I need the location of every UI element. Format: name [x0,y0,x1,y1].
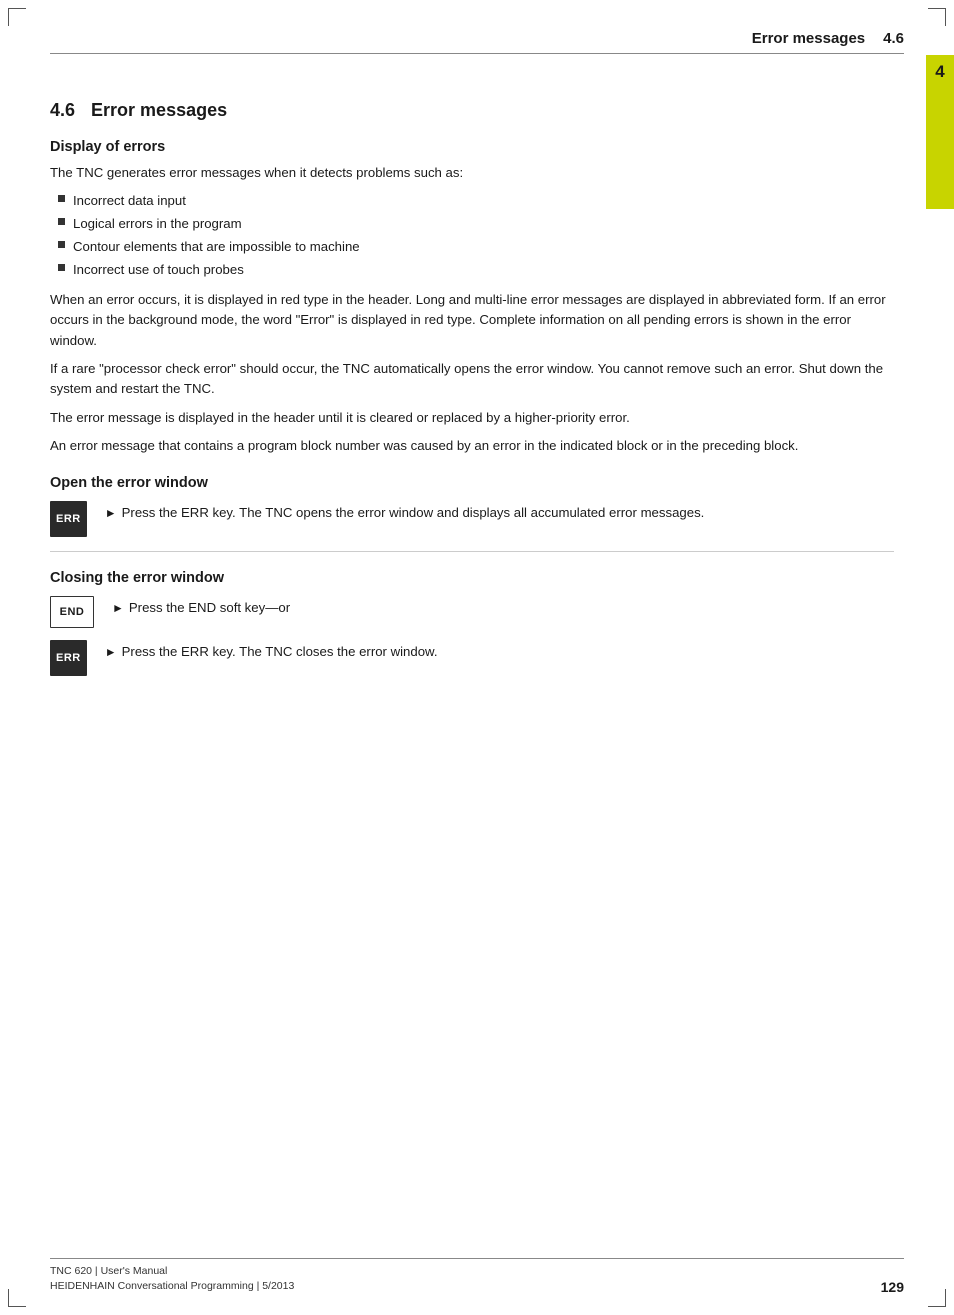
bullet-icon [58,264,65,271]
content-area: 4.6 Error messages Display of errors The… [50,100,894,1255]
close-error-instruction-2: ►Press the ERR key. The TNC closes the e… [105,640,438,662]
display-errors-para2: If a rare "processor check error" should… [50,359,894,400]
footer-line2: HEIDENHAIN Conversational Programming | … [50,1279,294,1295]
corner-mark-tr [928,8,946,26]
bullet-text-3: Contour elements that are impossible to … [73,237,360,257]
corner-mark-br [928,1289,946,1307]
chapter-tab: 4 [926,55,954,209]
display-errors-para4: An error message that contains a program… [50,436,894,456]
footer-line1: TNC 620 | User's Manual [50,1264,294,1280]
chapter-number: 4 [926,55,954,89]
list-item: Logical errors in the program [58,214,894,234]
open-error-window-heading: Open the error window [50,475,894,491]
footer-left: TNC 620 | User's Manual HEIDENHAIN Conve… [50,1264,294,1296]
chapter-color-bar [926,89,954,209]
bullet-text-1: Incorrect data input [73,191,186,211]
open-error-instruction: ►Press the ERR key. The TNC opens the er… [105,501,705,523]
page-wrapper: 4 Error messages 4.6 4.6 Error messages … [0,0,954,1315]
display-errors-intro: The TNC generates error messages when it… [50,163,894,183]
list-item: Contour elements that are impossible to … [58,237,894,257]
arrow-icon-close-2: ► [105,643,117,662]
close-error-instruction-row-2: ERR ►Press the ERR key. The TNC closes t… [50,640,894,676]
page-footer: TNC 620 | User's Manual HEIDENHAIN Conve… [50,1258,904,1296]
list-item: Incorrect use of touch probes [58,260,894,280]
arrow-icon-open: ► [105,504,117,523]
page-header: Error messages 4.6 [50,30,904,54]
close-error-instruction-row-1: END ►Press the END soft key—or [50,596,894,628]
err-key-open[interactable]: ERR [50,501,87,537]
bullet-text-2: Logical errors in the program [73,214,242,234]
close-error-window-heading: Closing the error window [50,570,894,586]
err-key-close[interactable]: ERR [50,640,87,676]
display-errors-para3: The error message is displayed in the he… [50,408,894,428]
separator [50,551,894,552]
display-errors-bullets: Incorrect data input Logical errors in t… [58,191,894,279]
bullet-text-4: Incorrect use of touch probes [73,260,244,280]
close-error-instruction-1: ►Press the END soft key—or [112,596,290,618]
section-heading: 4.6 Error messages [50,100,894,121]
section-number: 4.6 [50,100,75,121]
corner-mark-bl [8,1289,26,1307]
bullet-icon [58,241,65,248]
header-title: Error messages [752,30,865,47]
open-error-instruction-row: ERR ►Press the ERR key. The TNC opens th… [50,501,894,537]
end-key-close[interactable]: END [50,596,94,628]
bullet-icon [58,195,65,202]
display-errors-heading: Display of errors [50,139,894,155]
list-item: Incorrect data input [58,191,894,211]
corner-mark-tl [8,8,26,26]
arrow-icon-close-1: ► [112,599,124,618]
page-number: 129 [881,1279,904,1295]
section-title: Error messages [91,100,227,121]
header-section: 4.6 [883,30,904,47]
bullet-icon [58,218,65,225]
display-errors-para1: When an error occurs, it is displayed in… [50,290,894,351]
